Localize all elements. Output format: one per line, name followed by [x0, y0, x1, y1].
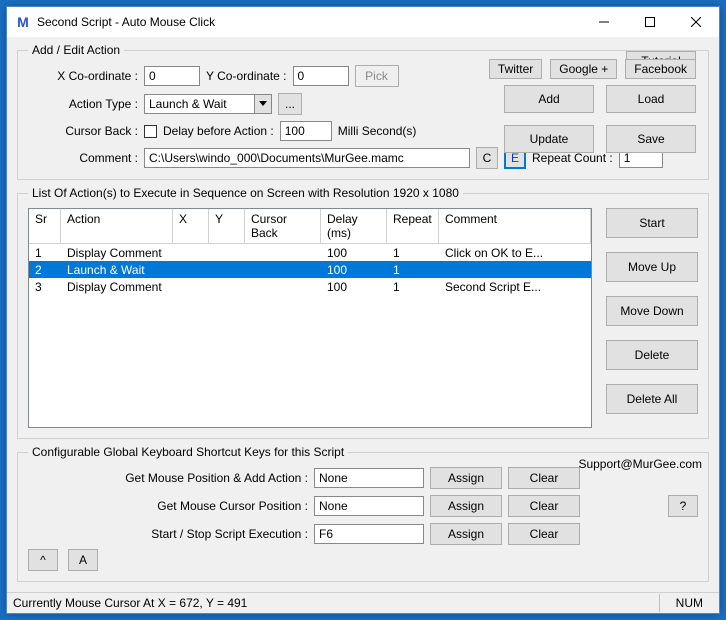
window-title: Second Script - Auto Mouse Click	[37, 15, 581, 29]
table-cell: Click on OK to E...	[439, 246, 591, 260]
shortcut3-assign-button[interactable]: Assign	[430, 523, 502, 545]
shortcut2-input[interactable]	[314, 496, 424, 516]
update-button[interactable]: Update	[504, 125, 594, 153]
table-cell: 3	[29, 280, 61, 294]
chevron-down-icon[interactable]	[254, 94, 272, 114]
move-up-button[interactable]: Move Up	[606, 252, 698, 282]
add-edit-action-group: Add / Edit Action Tutorial Twitter Googl…	[17, 43, 709, 180]
col-y[interactable]: Y	[209, 209, 245, 243]
table-cell: 100	[321, 263, 387, 277]
col-action[interactable]: Action	[61, 209, 173, 243]
delay-before-input[interactable]	[280, 121, 332, 141]
table-cell: Display Comment	[61, 246, 173, 260]
delay-before-label: Delay before Action :	[163, 124, 274, 138]
add-button[interactable]: Add	[504, 85, 594, 113]
comment-label: Comment :	[28, 151, 138, 165]
move-down-button[interactable]: Move Down	[606, 296, 698, 326]
table-cell: 1	[387, 263, 439, 277]
actions-table[interactable]: Sr Action X Y Cursor Back Delay (ms) Rep…	[28, 208, 592, 428]
shortcut3-label: Start / Stop Script Execution :	[28, 527, 308, 541]
twitter-button[interactable]: Twitter	[489, 59, 542, 79]
shortcuts-legend: Configurable Global Keyboard Shortcut Ke…	[28, 445, 348, 459]
col-cursorback[interactable]: Cursor Back	[245, 209, 321, 243]
shortcuts-group: Configurable Global Keyboard Shortcut Ke…	[17, 445, 709, 582]
x-coordinate-input[interactable]	[144, 66, 200, 86]
table-row[interactable]: 2Launch & Wait 1001	[29, 261, 591, 278]
y-coordinate-label: Y Co-ordinate :	[206, 69, 287, 83]
table-cell: 1	[29, 246, 61, 260]
action-type-label: Action Type :	[28, 97, 138, 111]
table-cell: Display Comment	[61, 280, 173, 294]
col-x[interactable]: X	[173, 209, 209, 243]
caret-button[interactable]: ^	[28, 549, 58, 571]
col-delay[interactable]: Delay (ms)	[321, 209, 387, 243]
action-type-combo[interactable]: Launch & Wait	[144, 94, 272, 114]
table-cell: Launch & Wait	[61, 263, 173, 277]
load-button[interactable]: Load	[606, 85, 696, 113]
client-area: Add / Edit Action Tutorial Twitter Googl…	[7, 37, 719, 592]
help-button[interactable]: ?	[668, 495, 698, 517]
x-coordinate-label: X Co-ordinate :	[28, 69, 138, 83]
add-edit-legend: Add / Edit Action	[28, 43, 124, 57]
cursor-back-checkbox[interactable]	[144, 125, 157, 138]
close-button[interactable]	[673, 7, 719, 37]
table-header: Sr Action X Y Cursor Back Delay (ms) Rep…	[29, 209, 591, 244]
pick-button[interactable]: Pick	[355, 65, 399, 87]
statusbar: Currently Mouse Cursor At X = 672, Y = 4…	[7, 592, 719, 613]
status-separator	[659, 594, 660, 612]
delete-all-button[interactable]: Delete All	[606, 384, 698, 414]
col-sr[interactable]: Sr	[29, 209, 61, 243]
titlebar[interactable]: M Second Script - Auto Mouse Click	[7, 7, 719, 37]
table-cell: 2	[29, 263, 61, 277]
millisecond-label: Milli Second(s)	[338, 124, 417, 138]
shortcut2-clear-button[interactable]: Clear	[508, 495, 580, 517]
app-icon: M	[15, 14, 31, 30]
col-comment[interactable]: Comment	[439, 209, 591, 243]
shortcut1-clear-button[interactable]: Clear	[508, 467, 580, 489]
table-cell: 100	[321, 280, 387, 294]
table-cell: Second Script E...	[439, 280, 591, 294]
cursor-back-label: Cursor Back :	[28, 124, 138, 138]
maximize-button[interactable]	[627, 7, 673, 37]
table-row[interactable]: 1Display Comment1001Click on OK to E...	[29, 244, 591, 261]
shortcut2-assign-button[interactable]: Assign	[430, 495, 502, 517]
shortcut2-label: Get Mouse Cursor Position :	[28, 499, 308, 513]
col-repeat[interactable]: Repeat	[387, 209, 439, 243]
table-cell: 1	[387, 246, 439, 260]
facebook-button[interactable]: Facebook	[625, 59, 696, 79]
main-window: M Second Script - Auto Mouse Click Add /…	[6, 6, 720, 614]
table-cell: 1	[387, 280, 439, 294]
action-list-legend: List Of Action(s) to Execute in Sequence…	[28, 186, 463, 200]
delete-button[interactable]: Delete	[606, 340, 698, 370]
status-num: NUM	[666, 596, 713, 610]
google-plus-button[interactable]: Google +	[550, 59, 617, 79]
y-coordinate-input[interactable]	[293, 66, 349, 86]
shortcut1-assign-button[interactable]: Assign	[430, 467, 502, 489]
shortcut1-label: Get Mouse Position & Add Action :	[28, 471, 308, 485]
comment-input[interactable]	[144, 148, 470, 168]
shortcut3-clear-button[interactable]: Clear	[508, 523, 580, 545]
save-button[interactable]: Save	[606, 125, 696, 153]
repeat-count-label: Repeat Count :	[532, 151, 613, 165]
table-cell: 100	[321, 246, 387, 260]
action-type-more-button[interactable]: ...	[278, 93, 302, 115]
c-button[interactable]: C	[476, 147, 498, 169]
shortcut1-input[interactable]	[314, 468, 424, 488]
support-email[interactable]: Support@MurGee.com	[578, 457, 702, 471]
table-body: 1Display Comment1001Click on OK to E...2…	[29, 244, 591, 295]
a-button[interactable]: A	[68, 549, 98, 571]
table-row[interactable]: 3Display Comment 1001Second Script E...	[29, 278, 591, 295]
start-button[interactable]: Start	[606, 208, 698, 238]
action-list-group: List Of Action(s) to Execute in Sequence…	[17, 186, 709, 439]
minimize-button[interactable]	[581, 7, 627, 37]
status-cursor: Currently Mouse Cursor At X = 672, Y = 4…	[13, 596, 653, 610]
action-type-value: Launch & Wait	[144, 94, 254, 114]
shortcut3-input[interactable]	[314, 524, 424, 544]
